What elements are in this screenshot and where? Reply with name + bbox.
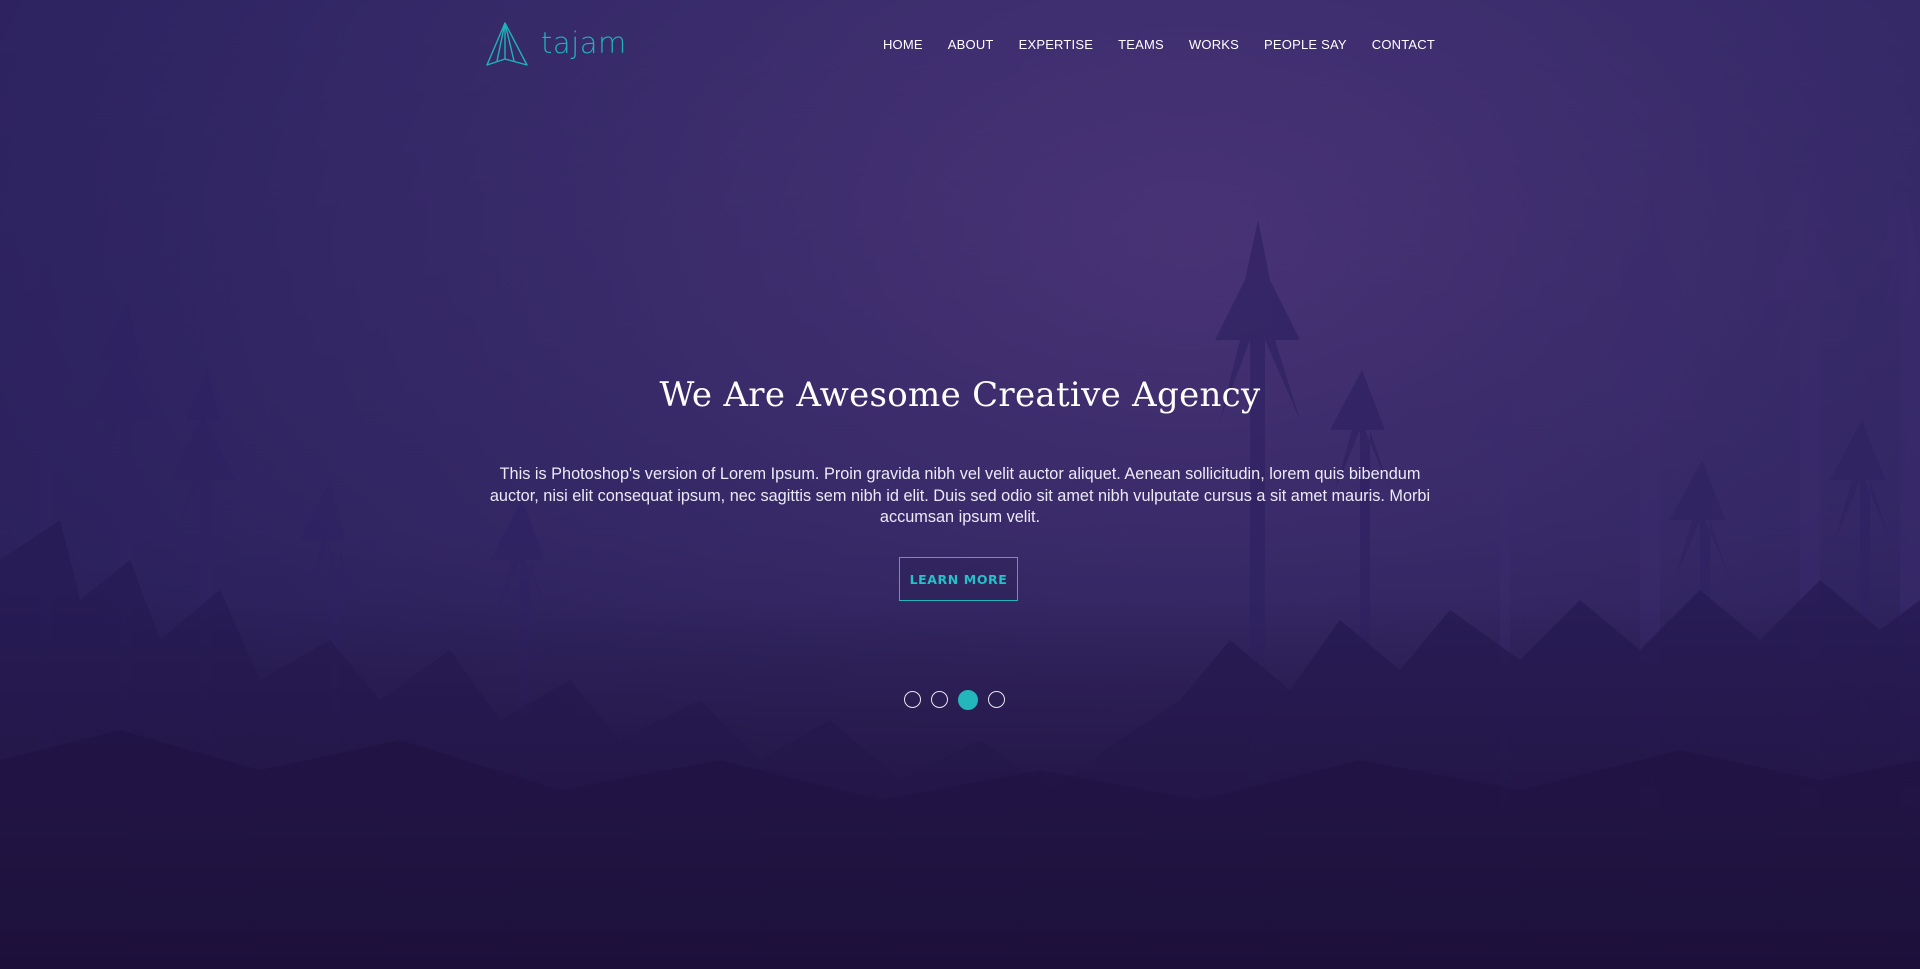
- pyramid-logo-icon: [486, 22, 528, 66]
- nav-item-contact[interactable]: CONTACT: [1359, 35, 1435, 54]
- bottom-fade-overlay: [0, 600, 1920, 969]
- slider-dot-1[interactable]: [904, 691, 921, 708]
- logo-link[interactable]: tajam: [483, 20, 627, 70]
- nav-item-about[interactable]: ABOUT: [935, 35, 1006, 54]
- nav-item-home[interactable]: HOME: [870, 35, 935, 54]
- slider-dot-4[interactable]: [988, 691, 1005, 708]
- nav-item-works[interactable]: WORKS: [1176, 35, 1251, 54]
- site-header: tajam HOME ABOUT EXPERTISE TEAMS WORKS P…: [0, 0, 1920, 90]
- slider-pagination: [904, 689, 1005, 710]
- slider-dot-3[interactable]: [958, 689, 978, 710]
- nav-item-people-say[interactable]: PEOPLE SAY: [1252, 35, 1360, 54]
- slider-dot-2[interactable]: [931, 691, 948, 708]
- nav-item-teams[interactable]: TEAMS: [1106, 35, 1177, 54]
- main-navigation: HOME ABOUT EXPERTISE TEAMS WORKS PEOPLE …: [870, 35, 1435, 54]
- hero-description: This is Photoshop's version of Lorem Ips…: [489, 465, 1431, 526]
- hero-headline: We Are Awesome Creative Agency: [659, 375, 1261, 415]
- nav-item-expertise[interactable]: EXPERTISE: [1006, 35, 1106, 54]
- brand-name: tajam: [541, 26, 627, 60]
- learn-more-button[interactable]: LEARN MORE: [899, 557, 1018, 601]
